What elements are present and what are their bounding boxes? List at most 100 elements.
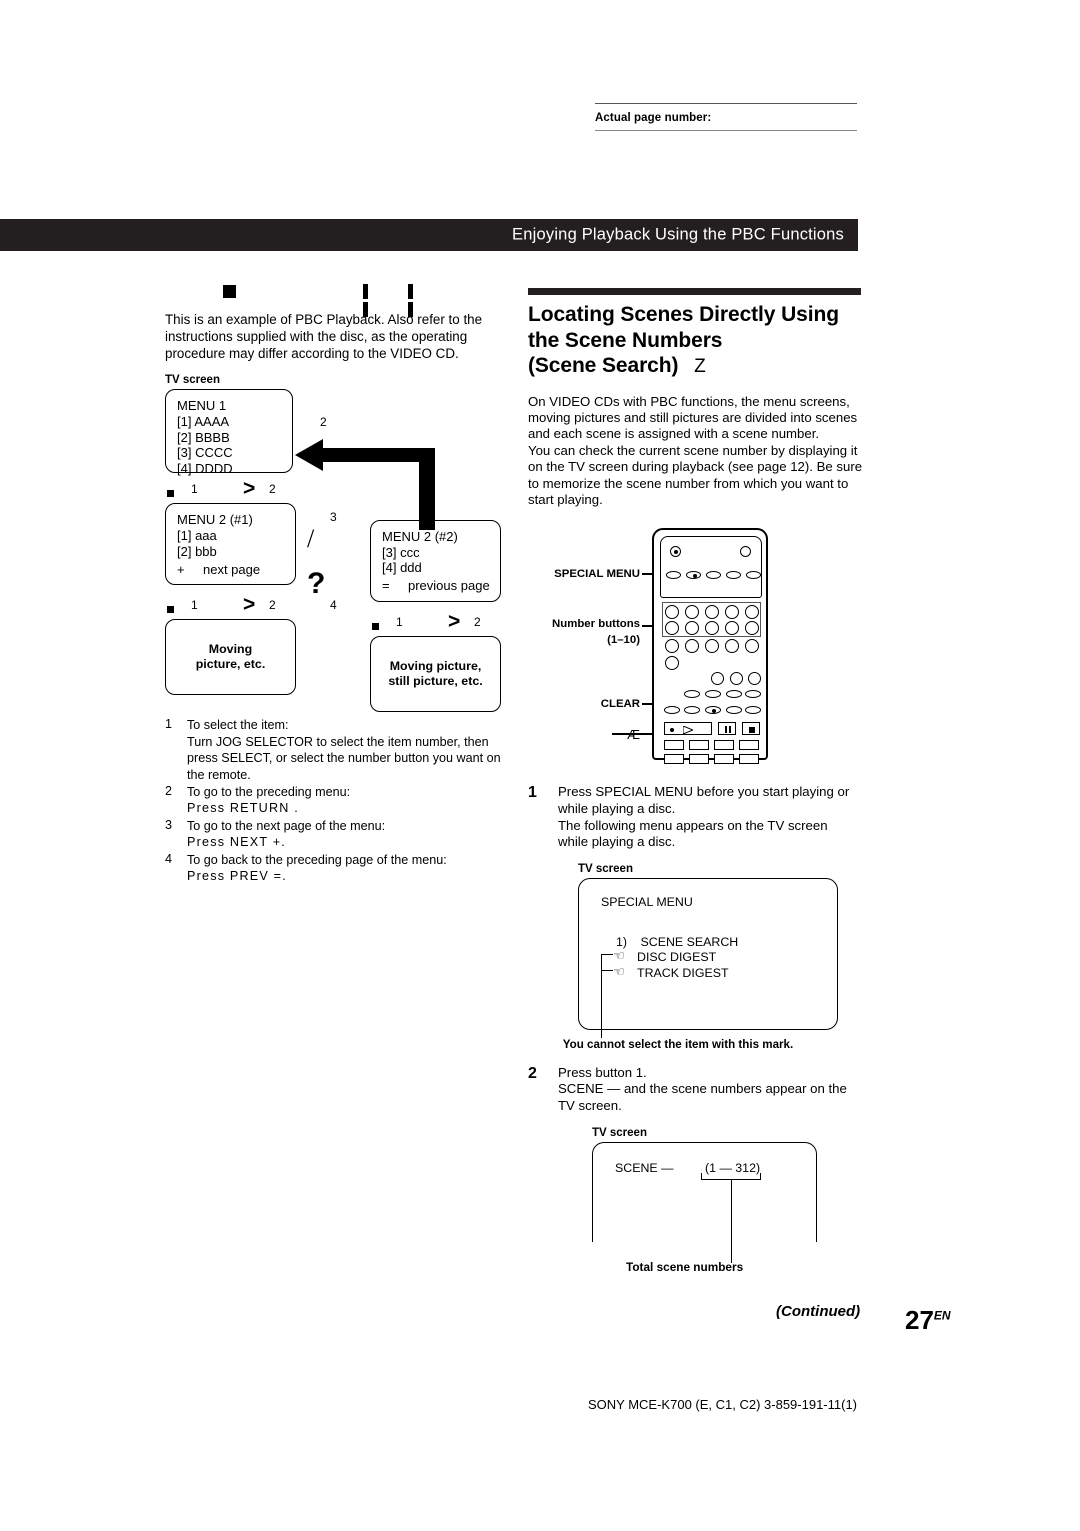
remote-button[interactable] bbox=[748, 672, 761, 686]
hand-mark-icon: ☜ bbox=[613, 947, 625, 963]
step-line: TV screen. bbox=[558, 1097, 622, 1113]
list-item: 4 To go back to the preceding page of th… bbox=[165, 852, 505, 885]
remote-button[interactable] bbox=[739, 754, 759, 765]
body-paragraph-part1: On VIDEO CDs with PBC functions, the men… bbox=[528, 393, 858, 442]
menu2-page2-prevpage-row: = previous page bbox=[382, 578, 490, 594]
remote-next-button[interactable] bbox=[739, 740, 759, 751]
step-line: Press SPECIAL MENU before you start play… bbox=[558, 784, 850, 800]
remote-label-number-range: (1–10) bbox=[607, 634, 640, 647]
left-diagram-column-2: MENU 2 (#2) [3] ccc [4] ddd = previous pa… bbox=[370, 520, 501, 712]
special-menu-item-track-digest: TRACK DIGEST bbox=[637, 966, 729, 980]
play-dot-icon bbox=[670, 727, 674, 732]
list-item: 1 To select the item: Turn JOG SELECTOR … bbox=[165, 717, 505, 783]
special-menu-caption: You cannot select the item with this mar… bbox=[562, 1037, 794, 1051]
body-paragraph: On VIDEO CDs with PBC functions, the men… bbox=[528, 394, 868, 509]
step-line: the remote. bbox=[187, 767, 251, 782]
stop-square-icon bbox=[223, 285, 236, 298]
right-step-2: 2 Press button 1. SCENE — and the scene … bbox=[528, 1065, 868, 1115]
step-line: while playing a disc. bbox=[558, 800, 676, 816]
remote-oval-button[interactable] bbox=[726, 706, 742, 715]
scene-label: SCENE — bbox=[615, 1160, 674, 1175]
total-scene-numbers-caption: Total scene numbers bbox=[626, 1259, 744, 1274]
page-title: Locating Scenes Directly Using the Scene… bbox=[528, 302, 868, 380]
return-arrow-icon bbox=[295, 439, 435, 530]
step-line: Turn JOG SELECTOR to select the item num… bbox=[187, 734, 489, 749]
step-command: Press PREV =. bbox=[187, 869, 287, 884]
page-title-line2: the Scene Numbers bbox=[528, 328, 723, 352]
actual-page-number-block: Actual page number: bbox=[595, 103, 857, 131]
remote-play-button[interactable] bbox=[664, 722, 712, 736]
pause-icon bbox=[363, 284, 377, 317]
total-scene-leader bbox=[731, 1178, 733, 1263]
heading-rule bbox=[528, 288, 861, 295]
step-number: 4 bbox=[165, 851, 173, 866]
clear-dot-icon bbox=[712, 709, 716, 714]
connector-row: 1 > 2 bbox=[370, 611, 501, 636]
scene-screen-wrap: TV screen SCENE — (1 — 312) Total scene … bbox=[592, 1127, 868, 1274]
step-number: 1 bbox=[528, 784, 537, 802]
step-line: press SELECT, or select the number butto… bbox=[187, 751, 501, 766]
arrow-step-label-4: 4 bbox=[330, 598, 337, 612]
remote-button[interactable] bbox=[665, 639, 679, 654]
step-line: while playing a disc. bbox=[558, 834, 676, 850]
moving-picture-line1: Moving picture, bbox=[389, 659, 482, 673]
hand-mark-leader-1 bbox=[601, 953, 613, 956]
remote-oval-button[interactable] bbox=[684, 690, 700, 699]
right-step-1: 1 Press SPECIAL MENU before you start pl… bbox=[528, 784, 868, 850]
page-number: 27EN bbox=[905, 1305, 951, 1336]
remote-oval-button[interactable] bbox=[684, 706, 700, 715]
next-chevron-icon: > bbox=[243, 477, 256, 501]
remote-oval-button[interactable] bbox=[726, 690, 742, 699]
remote-button[interactable] bbox=[730, 672, 743, 686]
remote-fastforward-button[interactable] bbox=[689, 740, 709, 751]
remote-button[interactable] bbox=[664, 754, 684, 765]
list-item: 3 To go to the next page of the menu: Pr… bbox=[165, 818, 505, 851]
special-menu-dot-icon bbox=[692, 574, 697, 579]
special-menu-screen-wrap: TV screen SPECIAL MENU 1) SCENE SEARCH ☜… bbox=[563, 862, 868, 1051]
menu2-page2-title: MENU 2 (#2) bbox=[382, 529, 458, 544]
step-number: 2 bbox=[528, 1064, 537, 1082]
menu1-title: MENU 1 bbox=[177, 398, 227, 414]
arrow-step-label-2: 2 bbox=[320, 415, 327, 429]
remote-rewind-button[interactable] bbox=[664, 740, 684, 751]
special-menu-item-scene-search[interactable]: 1) SCENE SEARCH bbox=[616, 935, 738, 949]
remote-clear-button[interactable] bbox=[705, 706, 721, 715]
scene-range-bracket-right bbox=[760, 1172, 762, 1180]
section-banner: Enjoying Playback Using the PBC Function… bbox=[0, 219, 858, 251]
page-number-suffix: EN bbox=[933, 1308, 951, 1323]
left-instruction-list: 1 To select the item: Turn JOG SELECTOR … bbox=[165, 717, 505, 884]
tv-screen-label: TV screen bbox=[578, 862, 633, 875]
connector-number-1: 1 bbox=[396, 615, 403, 629]
remote-button[interactable] bbox=[745, 639, 759, 654]
page-title-line1: Locating Scenes Directly Using bbox=[528, 303, 839, 326]
remote-oval-button[interactable] bbox=[745, 690, 761, 699]
remote-oval-button[interactable] bbox=[705, 690, 721, 699]
menu2-page2-item: [3] ccc bbox=[382, 544, 420, 560]
connector-number-2: 2 bbox=[269, 482, 276, 497]
right-column: Locating Scenes Directly Using the Scene… bbox=[528, 288, 868, 1274]
remote-previous-button[interactable] bbox=[714, 740, 734, 751]
remote-oval-button[interactable] bbox=[664, 706, 680, 715]
hand-mark-icon: ☜ bbox=[613, 963, 625, 979]
step-line: The following menu appears on the TV scr… bbox=[558, 817, 828, 833]
remote-button[interactable] bbox=[714, 754, 734, 765]
power-dot-icon bbox=[673, 549, 678, 554]
next-chevron-icon: > bbox=[243, 593, 256, 617]
step-number: 1 bbox=[165, 717, 173, 732]
remote-stop-button[interactable] bbox=[742, 722, 760, 736]
menu1-item: [4] DDDD bbox=[177, 460, 233, 476]
rule-bottom bbox=[595, 130, 857, 131]
page-number-value: 27 bbox=[905, 1305, 934, 1335]
tv-screen-label: TV screen bbox=[165, 374, 220, 387]
remote-pause-button[interactable] bbox=[718, 722, 736, 736]
remote-button[interactable] bbox=[725, 639, 739, 654]
remote-label-play: Æ bbox=[627, 727, 640, 743]
remote-button[interactable] bbox=[665, 656, 679, 671]
remote-oval-button[interactable] bbox=[745, 706, 761, 715]
remote-button[interactable] bbox=[711, 672, 724, 686]
remote-button[interactable] bbox=[705, 639, 719, 654]
menu1-item: [2] BBBB bbox=[177, 429, 230, 445]
remote-button[interactable] bbox=[689, 754, 709, 765]
special-menu-item-disc-digest: DISC DIGEST bbox=[637, 950, 716, 964]
remote-button[interactable] bbox=[685, 639, 699, 654]
